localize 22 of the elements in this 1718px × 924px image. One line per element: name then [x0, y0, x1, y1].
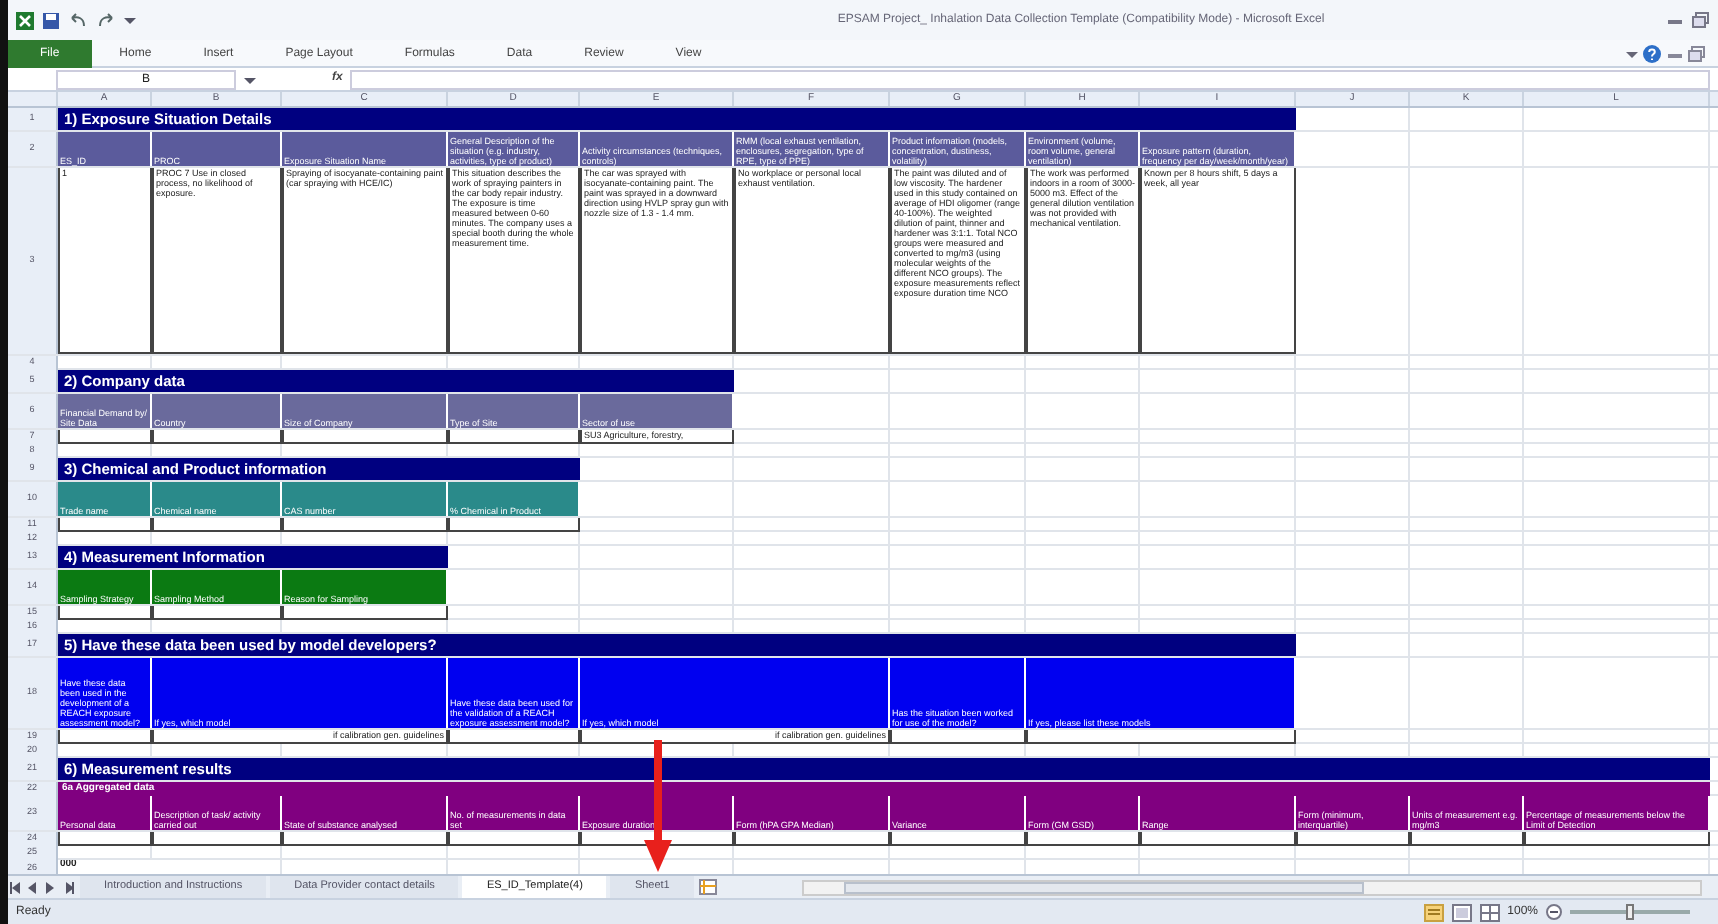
horizontal-scrollbar[interactable] [801, 879, 1702, 895]
help-icon[interactable] [1642, 43, 1662, 63]
page-layout-icon[interactable] [1451, 903, 1472, 921]
insert-sheet-icon[interactable] [697, 878, 718, 896]
excel-logo-icon[interactable] [16, 11, 34, 29]
formula-input[interactable] [350, 69, 1710, 89]
scrollbar-thumb[interactable] [843, 881, 1364, 893]
sheet-nav-icon[interactable] [8, 879, 22, 895]
redo-icon[interactable] [96, 12, 116, 28]
save-icon[interactable] [42, 11, 60, 29]
sheet-nav-icon[interactable] [62, 879, 76, 895]
caret-icon[interactable] [124, 14, 136, 26]
table-cell [58, 730, 152, 744]
undo-icon[interactable] [68, 12, 88, 28]
caret-icon[interactable] [1626, 47, 1638, 59]
normal-view-icon[interactable] [1423, 903, 1444, 921]
caret-icon[interactable] [244, 73, 256, 85]
zoom-out-icon[interactable] [1546, 904, 1562, 920]
minimize-icon[interactable] [1666, 14, 1684, 26]
slider-thumb[interactable] [1626, 904, 1634, 920]
table-cell [448, 730, 580, 744]
page-break-icon[interactable] [1479, 903, 1500, 921]
